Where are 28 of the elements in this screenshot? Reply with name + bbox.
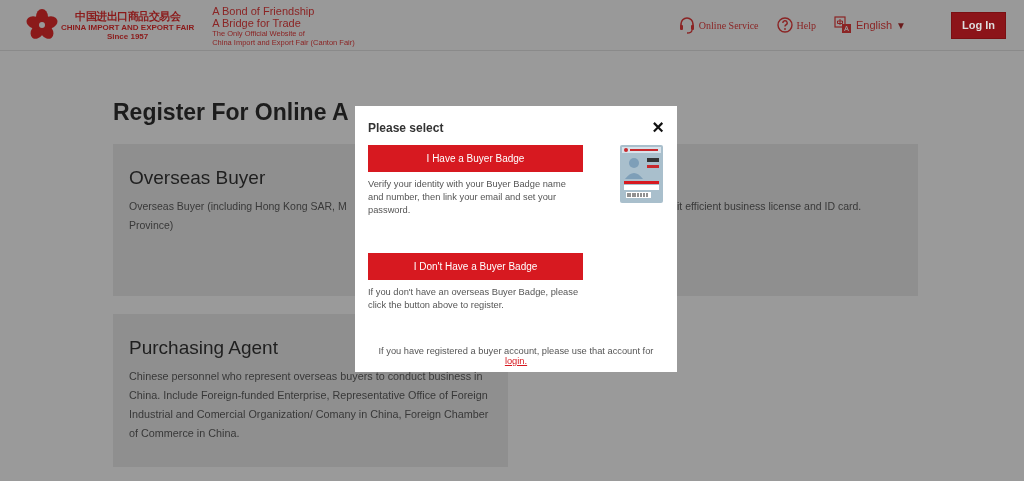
description-text: Overseas Buyer (including Hong Kong SAR, M: [129, 199, 347, 214]
page-title: Register For Online A: [113, 99, 349, 127]
logo-english-text: CHINA IMPORT AND EXPORT FAIR: [61, 22, 195, 32]
slogan: A Bond of Friendship: [212, 5, 316, 17]
description-text: it efficient business license and ID card.: [677, 199, 862, 214]
login-button[interactable]: Log In: [951, 11, 1006, 39]
badge-option-button[interactable]: I Have a Buyer Badge: [368, 145, 583, 172]
dialog-title: Please select: [368, 120, 444, 135]
language-link[interactable]: English ▼: [834, 16, 906, 34]
card-title: Purchasing Agent: [129, 337, 278, 359]
flower-logo-icon: [26, 9, 58, 41]
badge-option-button[interactable]: I Don't Have a Buyer Badge: [368, 253, 583, 280]
translate-icon: [834, 16, 852, 34]
service-link[interactable]: Online Service: [678, 16, 759, 34]
option-description: Verify your identity with your Buyer Badge name and number, then link your email and set your password.: [368, 178, 567, 217]
logo-since-text: Since 1957: [106, 31, 149, 41]
card-title: Overseas Buyer: [129, 167, 266, 189]
help-link[interactable]: Help: [776, 17, 816, 33]
headset-icon: [678, 16, 695, 34]
description-text: Province): [129, 218, 174, 233]
close-button[interactable]: ×: [652, 120, 664, 135]
login-link[interactable]: login.: [504, 356, 528, 366]
option-description: If you don't have an overseas Buyer Badge, please click the button above to register.: [368, 286, 580, 312]
login-hint-text: If you have registered a buyer account, please use that account for login.: [378, 346, 654, 366]
logo-chinese-text: 中国进出口商品交易会: [75, 9, 181, 23]
help-icon: [776, 17, 793, 33]
slogan: A Bridge for Trade: [212, 17, 302, 29]
description-text: Chinese personnel who represent overseas buyers to conduct business in China. Include Foreign-funded Enterprise, Representative Office of Foreign Industrial and Comercial Organization/ Comany in China, Foreign Chamber of Commerce in China.: [129, 369, 490, 441]
